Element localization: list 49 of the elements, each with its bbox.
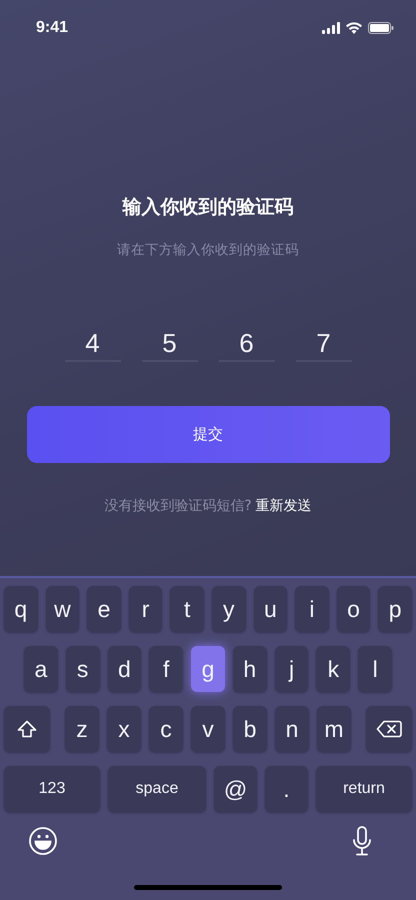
keyboard-key[interactable]: n — [275, 706, 309, 752]
resend-link[interactable]: 重新发送 — [256, 497, 312, 515]
keyboard-key[interactable]: u — [254, 586, 288, 632]
keyboard-key[interactable]: v — [191, 706, 225, 752]
keyboard-key[interactable]: space — [108, 766, 206, 812]
keyboard-key[interactable]: h — [232, 646, 267, 692]
keyboard-key[interactable]: x — [107, 706, 141, 752]
resend-prompt: 没有接收到验证码短信? — [104, 497, 252, 515]
wifi-icon — [346, 22, 362, 34]
keyboard-key[interactable]: . — [265, 766, 308, 812]
page-title: 输入你收到的验证码 — [122, 195, 294, 220]
backspace-icon — [376, 720, 402, 738]
keyboard-key[interactable]: t — [170, 586, 204, 632]
keyboard-key[interactable]: return — [316, 766, 412, 812]
shift-key[interactable] — [4, 706, 50, 752]
status-time: 9:41 — [36, 19, 68, 37]
code-digit-field[interactable]: 4 — [64, 328, 120, 362]
keyboard-key[interactable]: 123 — [4, 766, 100, 812]
keyboard-key[interactable]: q — [4, 586, 38, 632]
keyboard-key[interactable]: k — [316, 646, 350, 692]
keyboard-key[interactable]: f — [149, 646, 184, 692]
keyboard-key[interactable]: y — [212, 586, 246, 632]
keyboard-key[interactable]: l — [358, 646, 392, 692]
submit-button[interactable]: 提交 — [26, 406, 390, 463]
microphone-icon — [352, 826, 372, 856]
code-digit-field[interactable]: 6 — [218, 328, 274, 362]
keyboard-key[interactable]: w — [46, 586, 80, 632]
keyboard-key[interactable]: s — [66, 646, 100, 692]
keyboard-key[interactable]: i — [295, 586, 329, 632]
code-digit-field[interactable]: 5 — [142, 328, 198, 362]
keyboard-key[interactable]: z — [65, 706, 99, 752]
page-subtitle: 请在下方输入你收到的验证码 — [117, 241, 299, 260]
code-digit-field[interactable]: 7 — [296, 328, 352, 362]
keyboard-key[interactable]: c — [149, 706, 183, 752]
keyboard-key[interactable]: r — [128, 586, 162, 632]
keyboard-key[interactable]: @ — [214, 766, 257, 812]
emoji-icon — [28, 826, 58, 856]
shift-arrow-icon — [17, 720, 37, 738]
keyboard-key[interactable]: e — [87, 586, 121, 632]
keyboard-key[interactable]: b — [233, 706, 267, 752]
keyboard-key[interactable]: d — [108, 646, 142, 692]
signal-icon — [322, 22, 340, 34]
delete-key[interactable] — [366, 706, 412, 752]
keyboard-key[interactable]: p — [378, 586, 412, 632]
keyboard-key[interactable]: a — [24, 646, 58, 692]
keyboard-key[interactable]: m — [317, 706, 351, 752]
battery-icon — [368, 22, 394, 34]
keyboard-key[interactable]: o — [336, 586, 370, 632]
keyboard-key[interactable]: j — [274, 646, 308, 692]
